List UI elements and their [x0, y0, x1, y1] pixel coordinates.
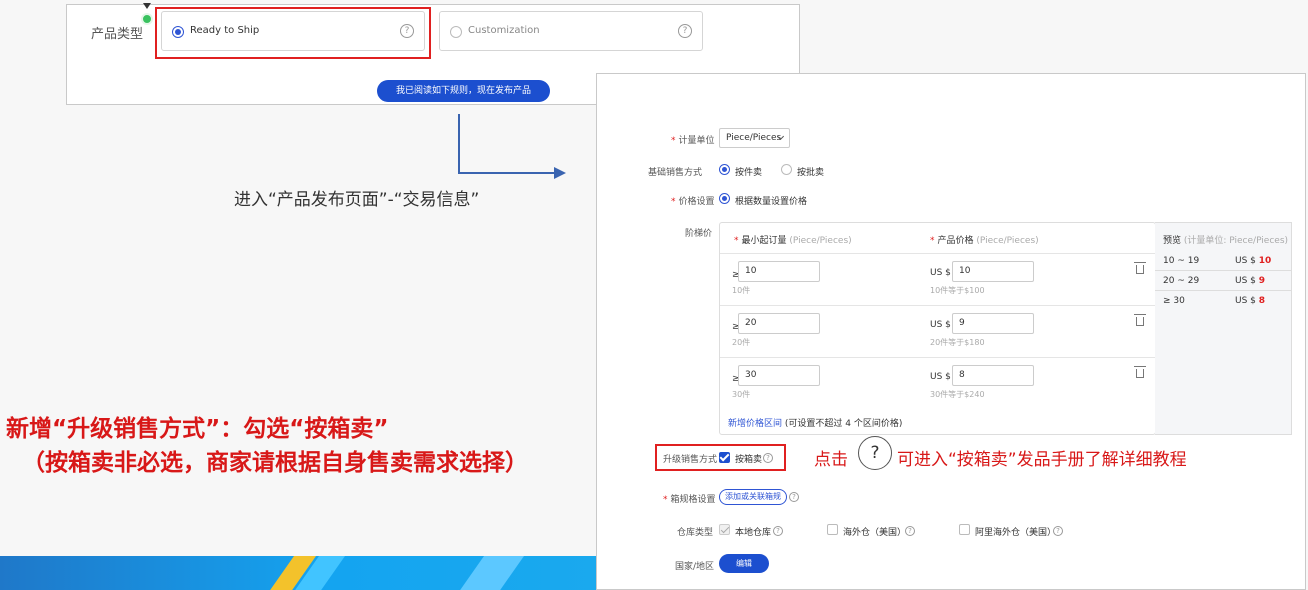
price-hint: 10件等于$100: [930, 286, 985, 295]
help-icon[interactable]: ?: [789, 492, 799, 502]
unit-select[interactable]: Piece/Pieces: [719, 128, 790, 148]
annotation-subtitle: （按箱卖非必选，商家请根据自身售卖需求选择）: [22, 450, 528, 476]
arrow-right-icon: [554, 167, 566, 179]
decorative-banner-stripe: [0, 556, 600, 590]
overseas-warehouse-checkbox[interactable]: [827, 524, 838, 535]
option-ready-to-ship[interactable]: Ready to Ship ?: [161, 11, 425, 51]
radio-by-piece[interactable]: [719, 164, 730, 175]
help-icon[interactable]: ?: [905, 526, 915, 536]
qty-hint: 10件: [732, 286, 751, 295]
help-icon[interactable]: ?: [1053, 526, 1063, 536]
help-icon[interactable]: ?: [763, 453, 773, 463]
unit-label: * 计量单位: [671, 136, 715, 146]
table-row: ≥ 10 10件 US $ 10 10件等于$100: [720, 253, 1155, 305]
help-icon[interactable]: ?: [678, 24, 692, 38]
qty-hint: 20件: [732, 338, 751, 347]
trash-icon[interactable]: [1134, 366, 1146, 378]
preview-row: 10 ~ 19 US $ 10: [1155, 251, 1291, 271]
preview-row: ≥ 30 US $ 8: [1163, 296, 1266, 306]
option-customization[interactable]: Customization ?: [439, 11, 703, 51]
help-icon[interactable]: ?: [400, 24, 414, 38]
sales-method-label: 基础销售方式: [648, 168, 703, 178]
price-input[interactable]: 10: [952, 261, 1034, 282]
connector-line: [458, 114, 460, 174]
by-batch-label: 按批卖: [797, 168, 825, 178]
click-instruction-suffix: 可进入“按箱卖”发品手册了解详细教程: [897, 450, 1187, 470]
table-row: ≥ 20 20件 US $ 9 20件等于$180: [720, 305, 1155, 357]
annotation-title: 新增“升级销售方式”：勾选“按箱卖”: [6, 416, 389, 442]
status-dot-icon: [141, 13, 153, 25]
option-ready-label: Ready to Ship: [190, 25, 260, 36]
edit-button[interactable]: 编辑: [719, 554, 769, 573]
unit-select-value: Piece/Pieces: [726, 133, 782, 143]
option-custom-label: Customization: [468, 25, 540, 36]
pointer-icon: [143, 3, 151, 9]
add-box-spec-button[interactable]: 添加或关联箱规: [719, 489, 787, 505]
price-by-quantity-label: 根据数量设置价格: [735, 197, 808, 207]
currency-label: US $: [930, 268, 951, 278]
box-spec-label: * 箱规格设置: [663, 495, 716, 505]
question-icon: ?: [858, 436, 892, 470]
help-icon[interactable]: ?: [773, 526, 783, 536]
price-input[interactable]: 8: [952, 365, 1034, 386]
tier-price-table: * 最小起订量 (Piece/Pieces) * 产品价格 (Piece/Piece…: [719, 222, 1156, 435]
price-hint: 30件等于$240: [930, 390, 985, 399]
warehouse-label: 仓库类型: [677, 528, 714, 538]
step-instruction: 进入“产品发布页面”-“交易信息”: [234, 190, 480, 210]
radio-by-batch[interactable]: [781, 164, 792, 175]
local-warehouse-label: 本地仓库: [735, 528, 772, 538]
sell-by-box-checkbox[interactable]: [719, 452, 730, 463]
radio-icon[interactable]: [450, 26, 462, 38]
add-tier-link[interactable]: 新增价格区间: [728, 419, 782, 429]
min-order-input[interactable]: 20: [738, 313, 820, 334]
trash-icon[interactable]: [1134, 314, 1146, 326]
sell-by-box-label: 按箱卖: [735, 455, 763, 465]
add-tier-row: 新增价格区间 (可设置不超过 4 个区间价格): [728, 416, 902, 429]
product-type-label: 产品类型: [91, 27, 144, 42]
preview-row: 20 ~ 29 US $ 9: [1155, 271, 1291, 291]
trash-icon[interactable]: [1134, 262, 1146, 274]
overseas-warehouse-label: 海外仓（美国）: [843, 528, 907, 538]
click-instruction-prefix: 点击: [814, 450, 848, 470]
publish-button[interactable]: 我已阅读如下规则，现在发布产品: [377, 80, 550, 102]
tier-price-label: 阶梯价: [685, 229, 713, 239]
currency-label: US $: [930, 320, 951, 330]
add-tier-note: (可设置不超过 4 个区间价格): [784, 419, 903, 429]
trade-info-panel: * 计量单位 Piece/Pieces 基础销售方式 按件卖 按批卖 * 价格设置 …: [596, 73, 1306, 590]
radio-price-by-quantity[interactable]: [719, 193, 730, 204]
min-order-input[interactable]: 30: [738, 365, 820, 386]
connector-line: [458, 172, 556, 174]
col-min-order: * 最小起订量 (Piece/Pieces): [734, 236, 852, 246]
price-setting-label: * 价格设置: [671, 197, 715, 207]
local-warehouse-checkbox[interactable]: [719, 524, 730, 535]
ali-overseas-warehouse-label: 阿里海外仓（美国）: [975, 528, 1057, 538]
radio-icon[interactable]: [172, 26, 184, 38]
ali-overseas-warehouse-checkbox[interactable]: [959, 524, 970, 535]
region-label: 国家/地区: [675, 562, 715, 572]
price-hint: 20件等于$180: [930, 338, 985, 347]
price-input[interactable]: 9: [952, 313, 1034, 334]
preview-title: 预览 (计量单位: Piece/Pieces): [1163, 236, 1289, 246]
upgrade-sales-label: 升级销售方式: [663, 455, 718, 465]
col-price: * 产品价格 (Piece/Pieces): [930, 236, 1039, 246]
qty-hint: 30件: [732, 390, 751, 399]
table-row: ≥ 30 30件 US $ 8 30件等于$240: [720, 357, 1155, 409]
currency-label: US $: [930, 372, 951, 382]
price-preview: 预览 (计量单位: Piece/Pieces) 10 ~ 19 US $ 10 …: [1155, 222, 1292, 435]
min-order-input[interactable]: 10: [738, 261, 820, 282]
by-piece-label: 按件卖: [735, 168, 763, 178]
